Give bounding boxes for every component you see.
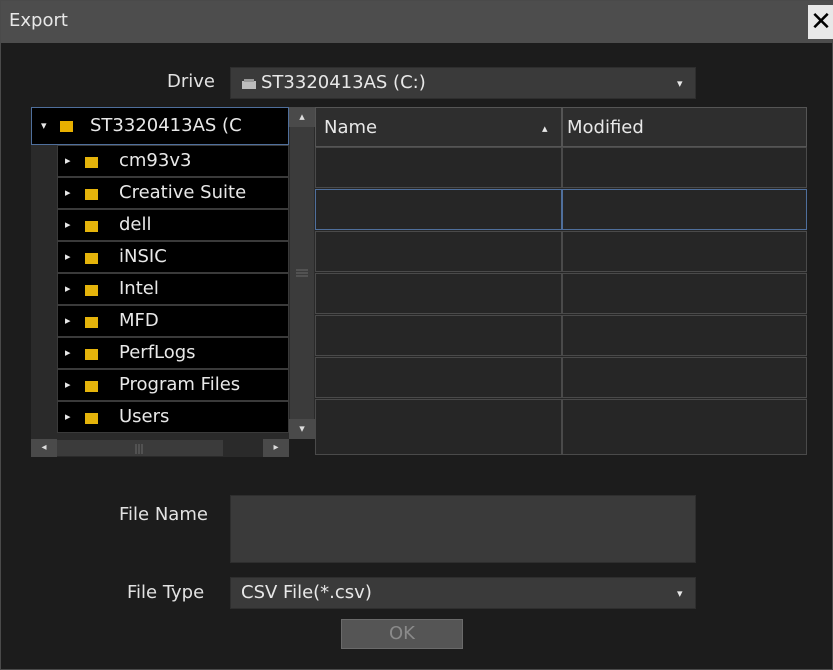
table-cell[interactable] — [562, 147, 807, 188]
arrow-up-icon: ▴ — [299, 110, 305, 123]
chevron-down-icon: ▾ — [677, 77, 683, 90]
folder-icon — [85, 381, 98, 392]
expand-arrow-icon: ▸ — [65, 218, 71, 231]
tree-item-dell[interactable]: ▸ dell — [57, 209, 289, 241]
column-header-label: Modified — [567, 117, 644, 138]
tree-horizontal-scrollbar[interactable]: ◂ ▸ — [31, 439, 289, 457]
column-header-label: Name — [324, 117, 378, 138]
arrow-down-icon: ▾ — [299, 422, 305, 435]
tree-item-perflogs[interactable]: ▸ PerfLogs — [57, 337, 289, 369]
tree-item-program-files[interactable]: ▸ Program Files — [57, 369, 289, 401]
table-cell[interactable] — [315, 273, 562, 314]
tree-item-label: iNSIC — [119, 246, 167, 267]
expand-arrow-icon: ▸ — [65, 282, 71, 295]
tree-item-cm93v3[interactable]: ▸ cm93v3 — [57, 145, 289, 177]
export-dialog: Export ✕ Drive ST3320413AS (C:) ▾ ▾ ST33… — [0, 0, 833, 670]
tree-item-intel[interactable]: ▸ Intel — [57, 273, 289, 305]
grip-icon — [296, 269, 308, 277]
tree-item-label: Intel — [119, 278, 159, 299]
drive-value: ST3320413AS (C:) — [261, 72, 426, 93]
folder-open-icon — [60, 121, 73, 132]
tree-item-label: Program Files — [119, 374, 241, 395]
table-cell-selected[interactable] — [315, 189, 562, 230]
folder-icon — [85, 221, 98, 232]
grip-icon — [135, 444, 143, 454]
file-list[interactable]: Name ▴ Modified — [315, 107, 807, 455]
tree-item-users[interactable]: ▸ Users — [57, 401, 289, 433]
table-cell[interactable] — [315, 147, 562, 188]
ok-button[interactable]: OK — [341, 619, 463, 649]
sort-ascending-icon: ▴ — [542, 122, 548, 135]
file-name-label: File Name — [119, 504, 208, 525]
table-cell[interactable] — [315, 231, 562, 272]
table-cell-selected[interactable] — [562, 189, 807, 230]
file-name-input[interactable] — [230, 495, 696, 563]
table-cell[interactable] — [562, 357, 807, 398]
expand-arrow-icon: ▸ — [65, 378, 71, 391]
column-header-modified[interactable]: Modified — [562, 107, 807, 147]
tree-item-creative-suite[interactable]: ▸ Creative Suite — [57, 177, 289, 209]
close-button[interactable]: ✕ — [808, 5, 833, 39]
scroll-left-button[interactable]: ◂ — [31, 439, 57, 457]
tree-item-label: cm93v3 — [119, 150, 192, 171]
vertical-scroll-thumb[interactable] — [290, 127, 314, 421]
tree-item-mfd[interactable]: ▸ MFD — [57, 305, 289, 337]
table-cell[interactable] — [315, 357, 562, 398]
expand-arrow-icon: ▸ — [65, 186, 71, 199]
folder-icon — [85, 413, 98, 424]
title-bar[interactable]: Export ✕ — [1, 1, 833, 43]
file-type-select[interactable]: CSV File(*.csv) ▾ — [230, 577, 696, 609]
drive-icon — [242, 79, 256, 89]
table-cell[interactable] — [562, 273, 807, 314]
file-type-value: CSV File(*.csv) — [241, 582, 372, 603]
folder-icon — [85, 157, 98, 168]
tree-item-label: PerfLogs — [119, 342, 196, 363]
tree-item-label: dell — [119, 214, 152, 235]
table-cell[interactable] — [562, 315, 807, 356]
scroll-down-button[interactable]: ▾ — [289, 419, 315, 439]
tree-root[interactable]: ▾ ST3320413AS (C — [31, 107, 289, 145]
file-type-label: File Type — [127, 582, 205, 603]
expanded-icon: ▾ — [41, 119, 47, 132]
table-cell[interactable] — [315, 315, 562, 356]
expand-arrow-icon: ▸ — [65, 250, 71, 263]
expand-arrow-icon: ▸ — [65, 314, 71, 327]
drive-label: Drive — [167, 71, 215, 92]
arrow-left-icon: ◂ — [41, 442, 47, 453]
horizontal-scroll-thumb[interactable] — [57, 440, 223, 456]
folder-icon — [85, 253, 98, 264]
table-cell[interactable] — [315, 399, 562, 455]
drive-select[interactable]: ST3320413AS (C:) ▾ — [230, 67, 696, 99]
tree-item-label: Creative Suite — [119, 182, 247, 203]
close-icon: ✕ — [810, 7, 832, 37]
tree-vertical-scrollbar[interactable]: ▴ ▾ — [289, 107, 315, 439]
table-cell[interactable] — [562, 399, 807, 455]
chevron-down-icon: ▾ — [677, 587, 683, 600]
scroll-up-button[interactable]: ▴ — [289, 107, 315, 127]
folder-icon — [85, 189, 98, 200]
tree-root-label: ST3320413AS (C — [90, 115, 242, 136]
dialog-title: Export — [9, 10, 68, 31]
tree-item-label: Users — [119, 406, 170, 427]
scroll-right-button[interactable]: ▸ — [263, 439, 289, 457]
expand-arrow-icon: ▸ — [65, 410, 71, 423]
tree-item-label: MFD — [119, 310, 159, 331]
arrow-right-icon: ▸ — [273, 442, 279, 453]
folder-icon — [85, 317, 98, 328]
expand-arrow-icon: ▸ — [65, 154, 71, 167]
tree-item-insic[interactable]: ▸ iNSIC — [57, 241, 289, 273]
table-cell[interactable] — [562, 231, 807, 272]
folder-icon — [85, 349, 98, 360]
folder-icon — [85, 285, 98, 296]
expand-arrow-icon: ▸ — [65, 346, 71, 359]
column-header-name[interactable]: Name ▴ — [315, 107, 562, 147]
